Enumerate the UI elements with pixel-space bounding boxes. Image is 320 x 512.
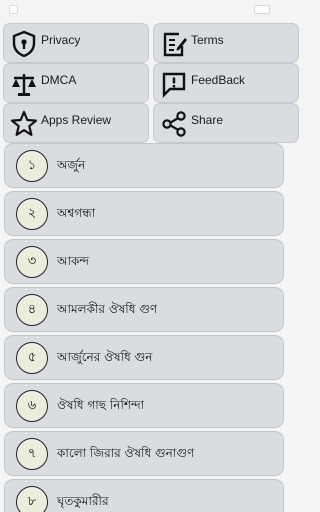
feedback-icon [162,72,186,98]
item-number-badge: ৭ [16,438,48,470]
status-bar [0,0,288,20]
item-number-badge: ৪ [16,294,48,326]
item-title: অশ্বগন্ধা [57,206,96,220]
dmca-button[interactable]: DMCA [3,63,149,103]
item-title: অর্জুন [57,158,86,172]
item-number-badge: ৩ [16,246,48,278]
item-title: ঔষধি গাছ নিশিন্দা [57,398,145,412]
share-button[interactable]: Share [153,103,299,143]
dmca-label: DMCA [41,73,77,87]
list-item[interactable]: ২ অশ্বগন্ধা [4,191,284,236]
apps-review-button[interactable]: Apps Review [3,103,149,143]
item-number-badge: ১ [16,150,48,182]
edit-document-icon [163,32,187,57]
item-number-badge: ৬ [16,390,48,422]
item-title: আমলকীর ঔষধি গুণ [57,302,158,316]
star-icon [10,110,38,136]
list-item[interactable]: ৭ কালো জিরার ঔষধি গুনাগুণ [4,431,284,476]
shield-icon [12,30,36,58]
list-item[interactable]: ৬ ঔষধি গাছ নিশিন্দা [4,383,284,428]
item-title: ঘৃতকুমারীর [57,494,109,508]
item-title: আর্জুনের ঔষধি গুন [57,350,153,364]
list-item[interactable]: ৪ আমলকীর ঔষধি গুণ [4,287,284,332]
list-item[interactable]: ৮ ঘৃতকুমারীর [4,479,284,512]
terms-button[interactable]: Terms [153,23,299,63]
feedback-button[interactable]: FeedBack [153,63,299,103]
list-item[interactable]: ১ অর্জুন [4,143,284,188]
item-number-badge: ২ [16,198,48,230]
scale-icon [12,74,36,96]
notification-icon [9,5,18,14]
item-number-badge: ৫ [16,342,48,374]
list-item[interactable]: ৫ আর্জুনের ঔষধি গুন [4,335,284,380]
battery-icon [254,5,270,14]
item-title: আকন্দ [57,254,90,268]
list-item[interactable]: ৩ আকন্দ [4,239,284,284]
item-number-badge: ৮ [16,486,48,512]
share-icon [162,111,186,137]
item-title: কালো জিরার ঔষধি গুনাগুণ [57,446,195,460]
privacy-button[interactable]: Privacy [3,23,149,63]
share-label: Share [191,113,224,127]
apps-review-label: Apps Review [41,113,112,127]
privacy-label: Privacy [41,33,81,47]
terms-label: Terms [191,33,224,47]
feedback-label: FeedBack [191,73,246,87]
